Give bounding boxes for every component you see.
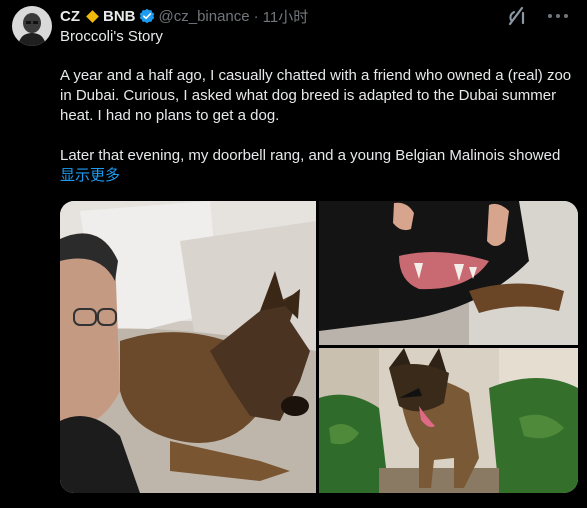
media-grid (60, 201, 578, 493)
grok-icon[interactable] (506, 6, 528, 26)
post-paragraph-2: Later that evening, my doorbell rang, an… (60, 147, 561, 164)
avatar[interactable] (12, 6, 52, 46)
author-affiliate[interactable]: BNB (103, 8, 136, 25)
photo-dog-teeth[interactable] (319, 201, 578, 345)
more-icon[interactable] (548, 14, 568, 20)
author-name[interactable]: CZ (60, 8, 80, 25)
photo-selfie-with-dog[interactable] (60, 201, 316, 493)
photo-dog-in-garden[interactable] (319, 348, 578, 493)
timestamp[interactable]: 11小时 (263, 6, 309, 27)
bnb-diamond-icon (86, 9, 99, 23)
post-title: Broccoli's Story (60, 28, 163, 45)
verified-badge-icon (139, 8, 155, 24)
separator-dot: · (253, 7, 259, 25)
tweet[interactable]: CZ BNB @cz_binance · 11小时 Broccoli's Sto… (0, 0, 587, 508)
post-paragraph-1: A year and a half ago, I casually chatte… (60, 67, 572, 124)
show-more-link[interactable]: 显示更多 (60, 166, 580, 186)
tweet-header: CZ BNB @cz_binance · 11小时 (60, 6, 308, 26)
author-handle[interactable]: @cz_binance (159, 8, 250, 25)
tweet-text: Broccoli's Story A year and a half ago, … (60, 27, 580, 186)
